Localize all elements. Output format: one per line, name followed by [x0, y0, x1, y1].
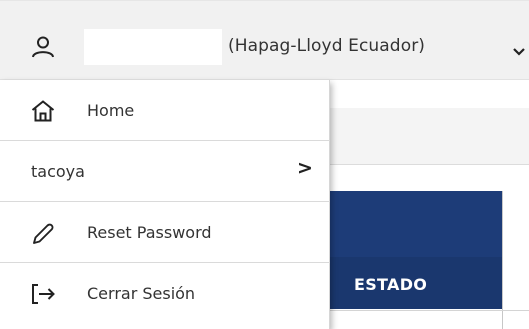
menu-item-label: Reset Password	[87, 223, 212, 242]
menu-item-logout[interactable]: Cerrar Sesión	[0, 263, 330, 324]
company-name[interactable]: (Hapag-Lloyd Ecuador)	[228, 36, 425, 56]
pencil-icon	[31, 222, 55, 250]
chevron-right-icon: >	[297, 157, 313, 179]
table-column-header-estado[interactable]: ESTADO	[330, 257, 502, 309]
user-icon[interactable]	[31, 35, 55, 63]
menu-item-label: Cerrar Sesión	[87, 284, 196, 303]
table-border	[502, 191, 503, 329]
top-bar: (Hapag-Lloyd Ecuador)	[0, 0, 529, 80]
menu-item-label: Home	[87, 101, 135, 120]
menu-item-home[interactable]: Home	[0, 80, 330, 141]
user-name-redacted	[84, 29, 222, 65]
menu-item-label: tacoya	[31, 162, 85, 181]
logout-icon	[31, 283, 57, 309]
table-title-bar	[330, 191, 502, 257]
table-row-divider	[330, 310, 529, 311]
home-icon	[31, 100, 55, 126]
chevron-down-icon[interactable]	[512, 42, 526, 61]
toolbar-strip	[330, 108, 529, 165]
menu-item-tacoya[interactable]: tacoya >	[0, 141, 330, 202]
menu-item-reset-password[interactable]: Reset Password	[0, 202, 330, 263]
user-dropdown-menu: Home tacoya > Reset Password Cerrar Sesi…	[0, 80, 330, 329]
